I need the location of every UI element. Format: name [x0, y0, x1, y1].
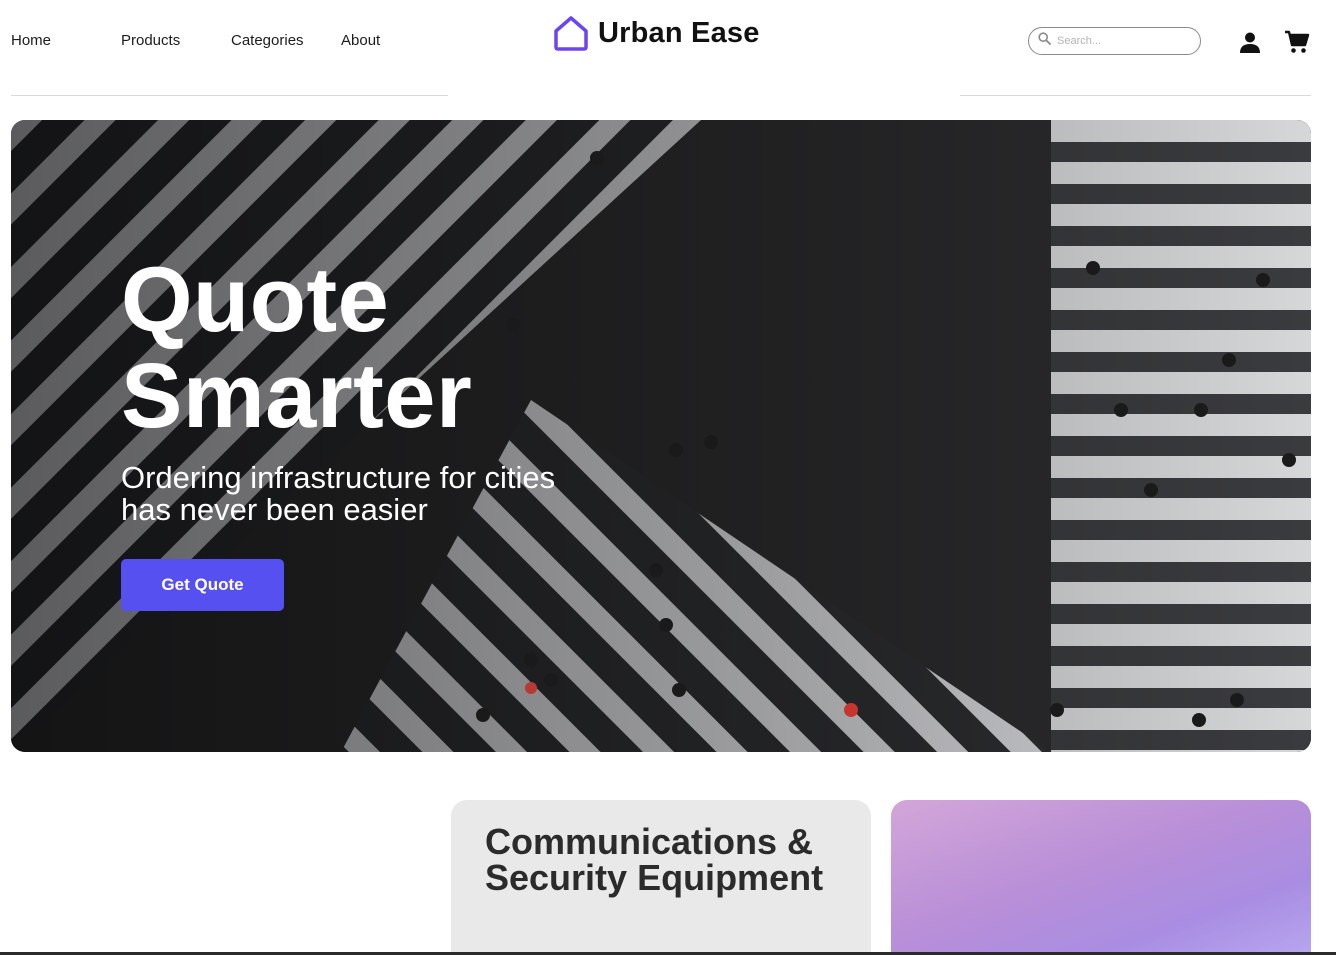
hero-title-line2: Smarter: [121, 345, 473, 447]
hero-subtitle: Ordering infrastructure for cities has n…: [121, 462, 681, 526]
hero-title-line1: Quote: [121, 249, 390, 351]
nav-about[interactable]: About: [341, 32, 380, 49]
category-card-communications[interactable]: Communications & Security Equipment: [451, 800, 871, 955]
user-icon[interactable]: [1237, 29, 1263, 55]
category-card-featured[interactable]: [891, 800, 1311, 955]
nav-products[interactable]: Products: [121, 32, 180, 49]
header-divider-right: [960, 95, 1311, 96]
hero-banner: Quote Smarter Ordering infrastructure fo…: [11, 120, 1311, 752]
category-card-title: Communications & Security Equipment: [485, 821, 824, 898]
search-input[interactable]: [1057, 35, 1197, 47]
logo-text: Urban Ease: [598, 16, 760, 49]
header-divider-left: [11, 95, 448, 96]
nav-categories[interactable]: Categories: [231, 32, 304, 49]
house-outline-icon: [552, 14, 590, 52]
nav-home[interactable]: Home: [11, 32, 51, 49]
hero-subtitle-line1: Ordering infrastructure for cities: [121, 460, 556, 495]
search-icon: [1038, 32, 1051, 50]
site-header: Home Products Categories About Urban Eas…: [0, 0, 1336, 96]
hero-title: Quote Smarter: [121, 252, 472, 444]
cart-icon[interactable]: [1284, 29, 1310, 55]
site-logo[interactable]: Urban Ease: [552, 14, 760, 52]
get-quote-button[interactable]: Get Quote: [121, 559, 284, 611]
hero-subtitle-line2: has never been easier: [121, 492, 428, 527]
search-box[interactable]: [1028, 27, 1201, 55]
